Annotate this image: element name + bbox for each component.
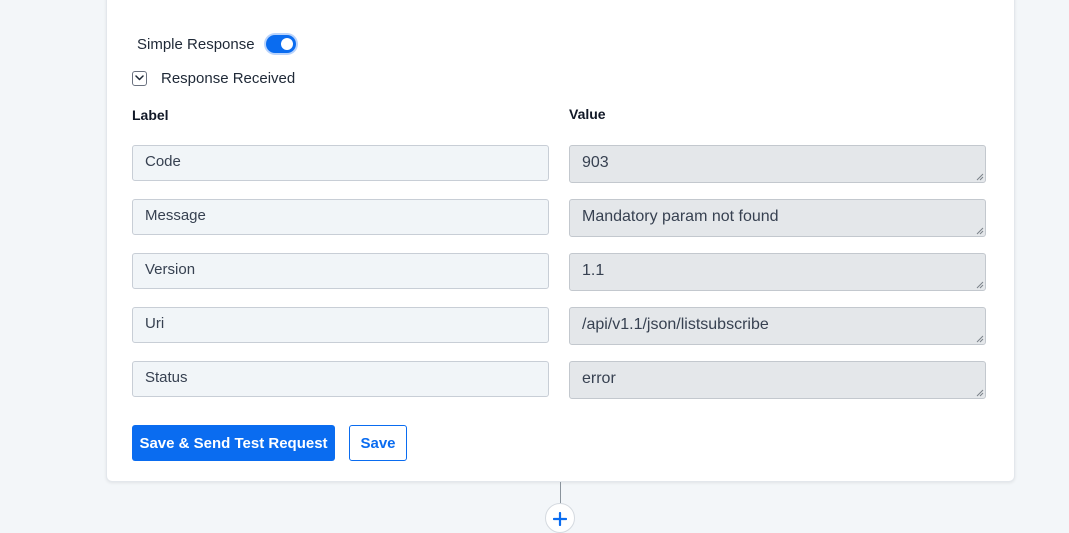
resize-grip-icon[interactable] bbox=[975, 226, 984, 235]
value-field-uri[interactable]: /api/v1.1/json/listsubscribe bbox=[569, 307, 986, 345]
label-field-message[interactable]: Message bbox=[132, 199, 549, 235]
label-field-status[interactable]: Status bbox=[132, 361, 549, 397]
step-connector bbox=[560, 482, 561, 504]
label-field-version[interactable]: Version bbox=[132, 253, 549, 289]
value-text: /api/v1.1/json/listsubscribe bbox=[582, 316, 769, 333]
value-text: Mandatory param not found bbox=[582, 208, 779, 225]
save-button[interactable]: Save bbox=[349, 425, 407, 461]
label-field-uri[interactable]: Uri bbox=[132, 307, 549, 343]
resize-grip-icon[interactable] bbox=[975, 172, 984, 181]
value-field-status[interactable]: error bbox=[569, 361, 986, 399]
value-field-code[interactable]: 903 bbox=[569, 145, 986, 183]
label-field-code[interactable]: Code bbox=[132, 145, 549, 181]
value-text: 1.1 bbox=[582, 262, 605, 279]
value-text: 903 bbox=[582, 154, 609, 171]
chevron-down-icon[interactable] bbox=[132, 70, 147, 86]
toggle-switch-icon bbox=[280, 38, 293, 50]
resize-grip-icon[interactable] bbox=[975, 388, 984, 397]
response-received-row[interactable]: Response Received bbox=[132, 68, 295, 88]
resize-grip-icon[interactable] bbox=[975, 280, 984, 289]
value-text: error bbox=[582, 370, 616, 387]
value-column-header: Value bbox=[569, 106, 606, 122]
label-column-header: Label bbox=[132, 107, 169, 123]
simple-response-toggle[interactable] bbox=[265, 35, 296, 53]
simple-response-row: Simple Response bbox=[137, 32, 296, 56]
value-field-version[interactable]: 1.1 bbox=[569, 253, 986, 291]
save-send-test-request-button[interactable]: Save & Send Test Request bbox=[132, 425, 335, 461]
simple-response-label: Simple Response bbox=[137, 35, 255, 53]
response-received-label: Response Received bbox=[161, 69, 296, 87]
plus-icon bbox=[553, 512, 567, 526]
add-step-button[interactable] bbox=[545, 503, 575, 533]
resize-grip-icon[interactable] bbox=[975, 334, 984, 343]
value-field-message[interactable]: Mandatory param not found bbox=[569, 199, 986, 237]
